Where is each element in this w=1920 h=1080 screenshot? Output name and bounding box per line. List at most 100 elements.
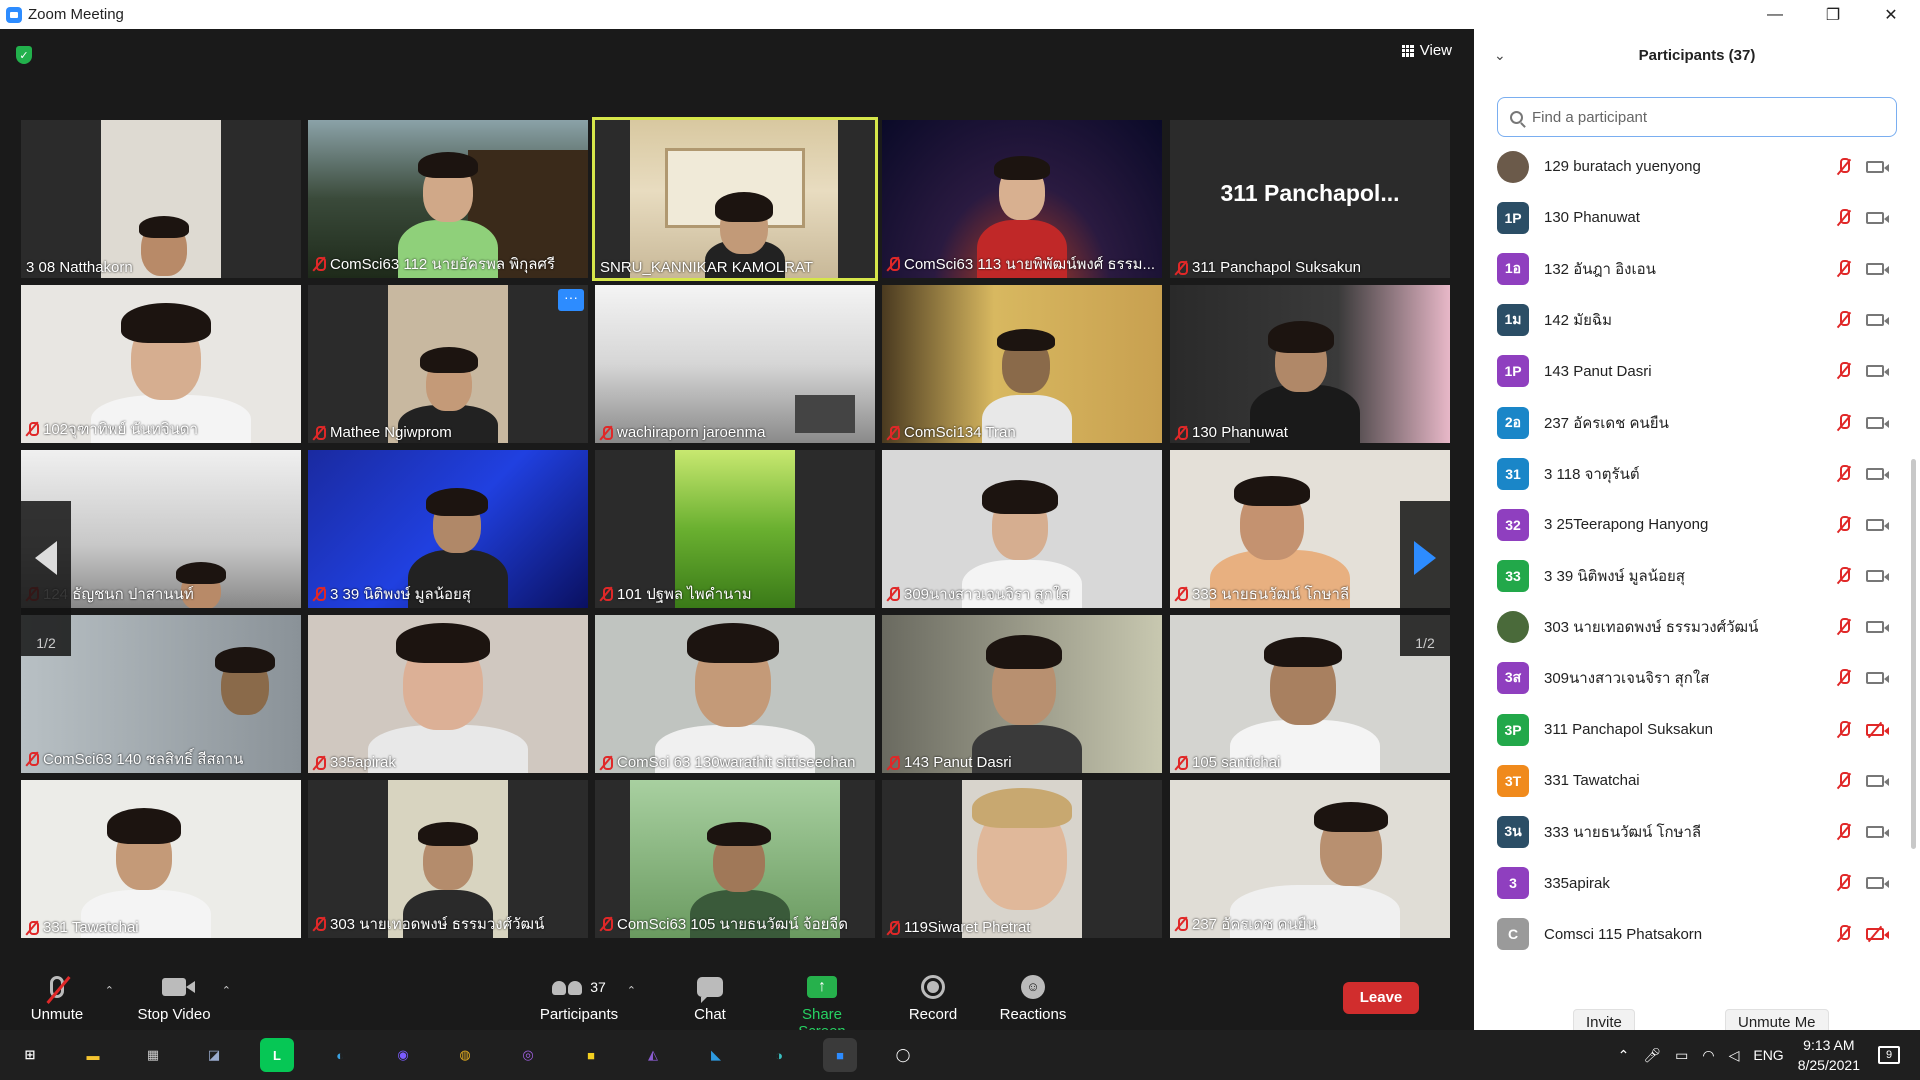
video-tile[interactable]: 331 Tawatchai [21,780,301,938]
mic-muted-icon [1838,413,1850,432]
video-options-caret-icon[interactable]: ⌃ [222,984,231,997]
participant-row[interactable]: 32 3 25Teerapong Hanyong [1474,499,1914,550]
video-tile[interactable]: 3 39 นิติพงษ์ มูลน้อยสุ [308,450,588,608]
participant-row[interactable]: 1ม 142 มัยฉิม [1474,295,1914,346]
mic-muted-icon [1175,586,1188,602]
restore-button[interactable]: ❐ [1804,0,1862,29]
mic-muted-icon [1838,362,1850,380]
video-tile-name: ComSci134 Tran [904,424,1016,441]
participant-avatar [1497,150,1529,183]
video-tile[interactable]: 143 Panut Dasri [882,615,1162,773]
network-app-icon[interactable]: ◪ [197,1038,231,1072]
participant-row[interactable]: 129 buratach yuenyong [1474,141,1914,192]
line-app-icon[interactable]: L [260,1038,294,1072]
more-options-button[interactable]: ··· [558,289,584,311]
microphone-muted-icon [50,976,64,998]
next-page-button[interactable]: 1/2 [1400,501,1450,656]
video-tile-no-video[interactable]: 311 Panchapol... 311 Panchapol Suksakun [1170,120,1450,278]
participant-avatar: 1อ [1497,252,1529,285]
github-desktop-icon[interactable]: ◎ [511,1038,545,1072]
participant-search-input[interactable] [1532,108,1872,126]
participant-row[interactable]: 1P 143 Panut Dasri [1474,346,1914,397]
video-tile[interactable]: ComSci134 Tran [882,285,1162,443]
language-indicator[interactable]: ENG [1753,1047,1783,1063]
video-tile[interactable]: ComSci63 105 นายธนวัฒน์ จ้อยจีด [595,780,875,938]
microphone-icon[interactable]: 🎤︎ [1643,1047,1661,1064]
video-tile-name: ComSci63 105 นายธนวัฒน์ จ้อยจีด [617,916,848,933]
audio-options-caret-icon[interactable]: ⌃ [105,984,114,997]
mic-muted-icon [1175,260,1188,276]
reactions-button[interactable]: ☺ Reactions [988,972,1078,1023]
video-tile[interactable]: wachiraporn jaroenma [595,285,875,443]
visual-studio-icon[interactable]: ◭ [636,1038,670,1072]
participant-row[interactable]: 2อ 237 อัครเดช คนยืน [1474,397,1914,448]
participant-row[interactable]: 3P 311 Panchapol Suksakun [1474,704,1914,755]
edge-browser-icon[interactable]: ◐ [323,1038,357,1072]
participant-row[interactable]: 33 3 39 นิติพงษ์ มูลน้อยสุ [1474,551,1914,602]
video-tile[interactable]: 119Siwaret Phetrat [882,780,1162,938]
stop-video-label: Stop Video [137,1006,211,1023]
grid-icon [1401,44,1414,57]
leave-button[interactable]: Leave [1343,982,1419,1014]
video-tile[interactable]: ··· Mathee Ngiwprom [308,285,588,443]
previous-page-button[interactable]: 1/2 [21,501,71,656]
video-tile-name: 119Siwaret Phetrat [904,919,1031,936]
participant-row[interactable]: 3T 331 Tawatchai [1474,755,1914,806]
chat-button[interactable]: Chat [665,972,755,1023]
wifi-icon[interactable]: ◠ [1702,1047,1714,1064]
participant-row[interactable]: 31 3 118 จาตุรันต์ [1474,448,1914,499]
volume-icon[interactable]: ◁ [1729,1047,1740,1064]
messenger-icon[interactable]: ◉ [386,1038,420,1072]
video-tile[interactable]: ComSci63 113 นายพิพัฒน์พงศ์ ธรรม... [882,120,1162,278]
video-tile[interactable]: 309นางสาวเจนจิรา สุกใส [882,450,1162,608]
video-tile[interactable]: 237 อัครเดช คนยืน [1170,780,1450,938]
vscode-icon[interactable]: ◣ [699,1038,733,1072]
close-button[interactable]: ✕ [1862,0,1920,29]
battery-icon[interactable]: ▭ [1675,1047,1688,1064]
clock[interactable]: 9:13 AM 8/25/2021 [1798,1035,1860,1075]
participant-search[interactable] [1497,97,1897,137]
participant-row[interactable]: 1P 130 Phanuwat [1474,192,1914,243]
calculator-icon[interactable]: ▦ [136,1038,170,1072]
participants-label: Participants [539,1006,619,1023]
participants-caret-icon[interactable]: ⌃ [627,984,636,997]
chevron-up-icon[interactable]: ⌃ [1618,1047,1630,1064]
participant-row[interactable]: 1อ 132 อันฎา อิงเอน [1474,243,1914,294]
windows-start-icon[interactable]: ⊞ [13,1038,47,1072]
video-tile[interactable]: 3 08 Natthakorn [21,120,301,278]
video-tile-active-speaker[interactable]: SNRU_KANNIKAR KAMOLRAT [592,117,878,281]
video-tile[interactable]: 101 ปฐพล ไพคำนาม [595,450,875,608]
stop-video-button[interactable]: Stop Video ⌃ [129,972,231,1023]
video-tile[interactable]: 102จุฑาทิพย์ นันทจินดา [21,285,301,443]
participant-row[interactable]: 3 335apirak [1474,858,1914,909]
mic-muted-icon [1838,157,1850,176]
mic-muted-icon [1838,925,1850,943]
minimize-button[interactable]: — [1746,0,1804,29]
video-tile[interactable]: 303 นายเทอดพงษ์ ธรรมวงศ์วัฒน์ [308,780,588,938]
unmute-button[interactable]: Unmute ⌃ [12,972,114,1023]
video-tile-name: 102จุฑาทิพย์ นันทจินดา [43,421,199,438]
video-tile-name: 303 นายเทอดพงษ์ ธรรมวงศ์วัฒน์ [330,916,545,933]
chrome-browser-icon[interactable]: ◍ [448,1038,482,1072]
participant-row[interactable]: 3น 333 นายธนวัฒน์ โกษาลี [1474,806,1914,857]
view-button[interactable]: View [1401,42,1452,59]
notifications-icon[interactable]: 9 [1878,1046,1900,1064]
security-shield-icon[interactable]: ✓ [16,46,32,64]
zoom-taskbar-icon[interactable]: ■ [823,1038,857,1072]
video-tile[interactable]: ComSci63 112 นายอัครพล พิกุลศรี [308,120,588,278]
file-explorer-icon[interactable]: ▬ [76,1038,110,1072]
participant-row[interactable]: 3ส 309นางสาวเจนจิรา สุกใส [1474,653,1914,704]
unmute-label: Unmute [30,1006,84,1023]
participant-row[interactable]: C Comsci 115 Phatsakorn [1474,909,1914,959]
video-tile[interactable]: 335apirak [308,615,588,773]
record-button[interactable]: Record [888,972,978,1023]
participant-row[interactable]: 303 นายเทอดพงษ์ ธรรมวงศ์วัฒน์ [1474,602,1914,653]
participants-button[interactable]: 37 Participants ⌃ [534,972,636,1023]
sticky-notes-icon[interactable]: ■ [574,1038,608,1072]
edge-dev-icon[interactable]: ◑ [762,1038,796,1072]
participant-list-scrollbar[interactable] [1911,459,1916,849]
mic-muted-icon [600,586,613,602]
obs-icon[interactable]: ◯ [886,1038,920,1072]
video-tile[interactable]: ComSci 63 130warathit sittiseechan [595,615,875,773]
video-tile[interactable]: 130 Phanuwat [1170,285,1450,443]
